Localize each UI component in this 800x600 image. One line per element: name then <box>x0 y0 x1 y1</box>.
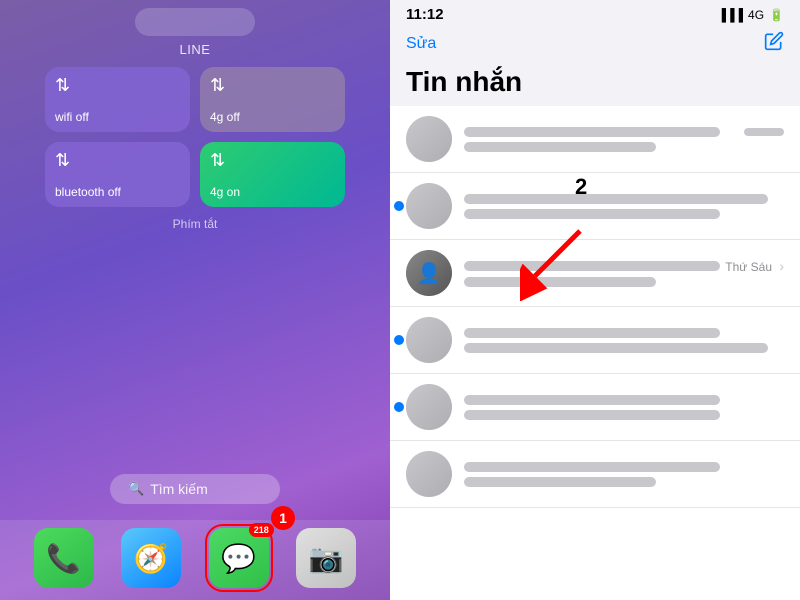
message-preview-blurred <box>464 477 656 487</box>
wifi-icon: ⇅ <box>55 75 70 96</box>
message-content <box>464 125 784 154</box>
message-content <box>464 393 784 422</box>
shortcut-4g-on[interactable]: ⇅ 4g on <box>200 142 345 207</box>
message-row[interactable] <box>390 173 800 240</box>
shortcut-wifi[interactable]: ⇅ wifi off <box>45 67 190 132</box>
message-preview-blurred <box>464 343 768 353</box>
avatar <box>406 384 452 430</box>
message-row[interactable] <box>390 374 800 441</box>
message-row[interactable] <box>390 307 800 374</box>
search-label: Tìm kiếm <box>150 481 208 497</box>
avatar <box>406 451 452 497</box>
message-preview-blurred <box>464 142 656 152</box>
dock-safari[interactable]: 🧭 <box>121 528 181 588</box>
bluetooth-icon: ⇅ <box>55 150 70 171</box>
message-content <box>464 192 784 221</box>
right-panel: 11:12 ▐▐▐ 4G 🔋 Sửa Tin nhắn 2 <box>390 0 800 600</box>
message-name-blurred <box>464 395 720 405</box>
phone-icon: 📞 <box>46 542 81 575</box>
message-time: Thứ Sáu › <box>725 258 784 274</box>
message-content <box>464 326 784 355</box>
message-name-blurred <box>464 261 720 271</box>
messages-badge: 218 <box>249 523 274 537</box>
unread-dot <box>394 335 404 345</box>
dock-messages[interactable]: 💬 218 <box>209 528 269 588</box>
messages-header: Sửa <box>390 27 800 64</box>
unread-dot <box>394 201 404 211</box>
battery-icon: 🔋 <box>769 8 784 22</box>
shortcut-4g-off-label: 4g off <box>210 110 335 124</box>
shortcut-4g-off[interactable]: ⇅ 4g off <box>200 67 345 132</box>
dock-camera[interactable]: 📷 <box>296 528 356 588</box>
dock-phone[interactable]: 📞 <box>34 528 94 588</box>
top-pill <box>135 8 255 36</box>
compose-button[interactable] <box>764 31 784 56</box>
step1-badge: 1 <box>271 506 295 530</box>
search-bar-row: 🔍 Tìm kiếm 1 <box>0 474 390 504</box>
message-name-blurred <box>464 462 720 472</box>
unread-dot <box>394 402 404 412</box>
dock: 📞 🧭 💬 218 📷 <box>0 520 390 600</box>
search-icon: 🔍 <box>128 481 144 497</box>
safari-icon: 🧭 <box>134 542 169 575</box>
top-pill-area <box>0 0 390 40</box>
step2-badge: 2 <box>575 174 587 200</box>
4g-off-icon: ⇅ <box>210 75 225 96</box>
status-time: 11:12 <box>406 6 444 23</box>
sua-button[interactable]: Sửa <box>406 35 436 53</box>
message-row[interactable]: 👤 Thứ Sáu › <box>390 240 800 307</box>
message-preview-blurred <box>464 209 720 219</box>
shortcut-wifi-label: wifi off <box>55 110 180 124</box>
4g-on-icon: ⇅ <box>210 150 225 171</box>
message-row[interactable] <box>390 106 800 173</box>
message-name-blurred <box>464 328 720 338</box>
message-name-blurred <box>464 194 768 204</box>
app-label: LINE <box>180 42 211 57</box>
messages-icon: 💬 <box>221 542 256 575</box>
signal-label: 4G <box>748 8 764 22</box>
messages-list: 👤 Thứ Sáu › <box>390 106 800 600</box>
message-preview-blurred <box>464 277 656 287</box>
message-name-blurred <box>464 127 720 137</box>
message-preview-blurred <box>464 410 720 420</box>
shortcut-bluetooth-label: bluetooth off <box>55 185 180 199</box>
message-time-blurred <box>744 128 784 136</box>
status-icons: ▐▐▐ 4G 🔋 <box>718 8 784 22</box>
avatar: 👤 <box>406 250 452 296</box>
message-row[interactable] <box>390 441 800 508</box>
tin-nhan-title: Tin nhắn <box>390 64 800 106</box>
avatar <box>406 183 452 229</box>
camera-icon: 📷 <box>309 542 344 575</box>
status-bar: 11:12 ▐▐▐ 4G 🔋 <box>390 0 800 27</box>
avatar <box>406 317 452 363</box>
shortcuts-grid: ⇅ wifi off ⇅ 4g off ⇅ bluetooth off ⇅ 4g… <box>45 67 345 207</box>
avatar <box>406 116 452 162</box>
left-panel: LINE ⇅ wifi off ⇅ 4g off ⇅ bluetooth off… <box>0 0 390 600</box>
phim-tat-label: Phím tắt <box>173 217 218 231</box>
message-content <box>464 460 784 489</box>
search-bar[interactable]: 🔍 Tìm kiếm <box>110 474 280 504</box>
shortcut-4g-on-label: 4g on <box>210 185 335 199</box>
message-content: Thứ Sáu › <box>464 258 784 289</box>
signal-bars-icon: ▐▐▐ <box>718 8 744 22</box>
shortcut-bluetooth[interactable]: ⇅ bluetooth off <box>45 142 190 207</box>
